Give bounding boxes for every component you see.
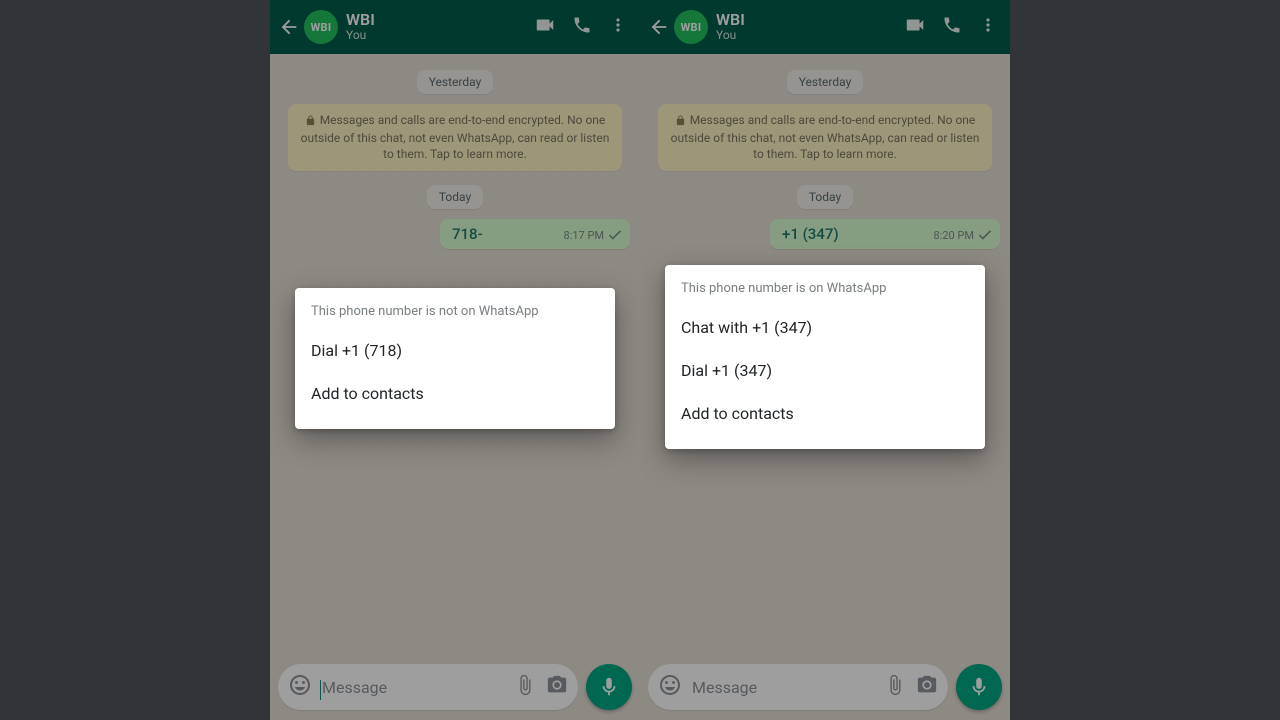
message-row: 718- 8:17 PM <box>280 219 630 249</box>
video-call-button[interactable] <box>534 14 556 40</box>
emoji-button[interactable] <box>658 673 682 701</box>
camera-button[interactable] <box>546 674 568 700</box>
input-bar: Message <box>640 656 1010 720</box>
e2ee-notice[interactable]: Messages and calls are end-to-end encryp… <box>658 104 992 171</box>
message-input[interactable]: Message <box>322 678 504 697</box>
app-bar: WBI WBI You <box>640 0 1010 54</box>
chat-subtitle: You <box>346 29 534 43</box>
popup-item-add-contact[interactable]: Add to contacts <box>665 392 985 435</box>
input-bar: Message <box>270 656 640 720</box>
lock-icon <box>305 114 316 130</box>
e2ee-notice[interactable]: Messages and calls are end-to-end encryp… <box>288 104 622 171</box>
date-chip-today: Today <box>797 185 853 209</box>
e2ee-text: Messages and calls are end-to-end encryp… <box>671 113 980 161</box>
popup-item-dial[interactable]: Dial +1 (347) <box>665 349 985 392</box>
date-chip-yesterday: Yesterday <box>787 70 864 94</box>
video-icon <box>904 14 926 36</box>
message-time: 8:17 PM <box>564 229 604 242</box>
header-titles[interactable]: WBI You <box>716 11 904 43</box>
phone-icon <box>572 15 592 35</box>
message-placeholder: Message <box>692 678 757 697</box>
arrow-left-icon <box>648 16 670 38</box>
chat-title: WBI <box>346 11 534 29</box>
emoji-icon <box>658 673 682 697</box>
popup-title: This phone number is not on WhatsApp <box>295 302 615 329</box>
e2ee-text: Messages and calls are end-to-end encryp… <box>301 113 610 161</box>
message-input-container[interactable]: Message <box>278 664 578 710</box>
phone-icon <box>942 15 962 35</box>
video-call-button[interactable] <box>904 14 926 40</box>
message-time: 8:20 PM <box>934 229 974 242</box>
attach-button[interactable] <box>884 674 906 700</box>
emoji-button[interactable] <box>288 673 312 701</box>
avatar[interactable]: WBI <box>674 10 708 44</box>
message-bubble[interactable]: 718- 8:17 PM <box>440 219 630 249</box>
paperclip-icon <box>514 674 536 696</box>
mic-icon <box>598 676 620 698</box>
popup-title: This phone number is on WhatsApp <box>665 279 985 306</box>
phone-number-popup: This phone number is on WhatsApp Chat wi… <box>665 265 985 449</box>
more-vert-icon <box>978 15 998 35</box>
message-input[interactable]: Message <box>692 678 874 697</box>
message-meta: 8:17 PM <box>564 229 622 243</box>
stage: WBI WBI You Yest <box>0 0 1280 720</box>
popup-item-add-contact[interactable]: Add to contacts <box>295 372 615 415</box>
more-button[interactable] <box>978 15 998 39</box>
popup-item-dial[interactable]: Dial +1 (718) <box>295 329 615 372</box>
phone-left: WBI WBI You Yest <box>270 0 640 720</box>
camera-icon <box>916 674 938 696</box>
text-caret <box>320 680 321 700</box>
voice-call-button[interactable] <box>942 15 962 39</box>
avatar[interactable]: WBI <box>304 10 338 44</box>
camera-icon <box>546 674 568 696</box>
back-button[interactable] <box>276 14 302 40</box>
phones-wrap: WBI WBI You Yest <box>270 0 1010 720</box>
date-chip-today: Today <box>427 185 483 209</box>
message-row: +1 (347) 8:20 PM <box>650 219 1000 249</box>
message-bubble[interactable]: +1 (347) 8:20 PM <box>770 219 1000 249</box>
message-input-container[interactable]: Message <box>648 664 948 710</box>
message-text: +1 (347) <box>782 225 839 243</box>
header-actions <box>534 14 634 40</box>
more-button[interactable] <box>608 15 628 39</box>
check-icon <box>608 230 622 240</box>
voice-call-button[interactable] <box>572 15 592 39</box>
app-bar: WBI WBI You <box>270 0 640 54</box>
mic-icon <box>968 676 990 698</box>
video-icon <box>534 14 556 36</box>
date-chip-yesterday: Yesterday <box>417 70 494 94</box>
more-vert-icon <box>608 15 628 35</box>
paperclip-icon <box>884 674 906 696</box>
back-button[interactable] <box>646 14 672 40</box>
arrow-left-icon <box>278 16 300 38</box>
message-meta: 8:20 PM <box>934 229 992 243</box>
chat-title: WBI <box>716 11 904 29</box>
emoji-icon <box>288 673 312 697</box>
popup-item-chat[interactable]: Chat with +1 (347) <box>665 306 985 349</box>
mic-button[interactable] <box>586 664 632 710</box>
camera-button[interactable] <box>916 674 938 700</box>
attach-button[interactable] <box>514 674 536 700</box>
chat-subtitle: You <box>716 29 904 43</box>
check-icon <box>978 230 992 240</box>
lock-icon <box>675 114 686 130</box>
header-titles[interactable]: WBI You <box>346 11 534 43</box>
phone-number-popup: This phone number is not on WhatsApp Dia… <box>295 288 615 429</box>
header-actions <box>904 14 1004 40</box>
message-text: 718- <box>452 225 483 243</box>
message-placeholder: Message <box>322 678 387 697</box>
mic-button[interactable] <box>956 664 1002 710</box>
phone-right: WBI WBI You Yest <box>640 0 1010 720</box>
